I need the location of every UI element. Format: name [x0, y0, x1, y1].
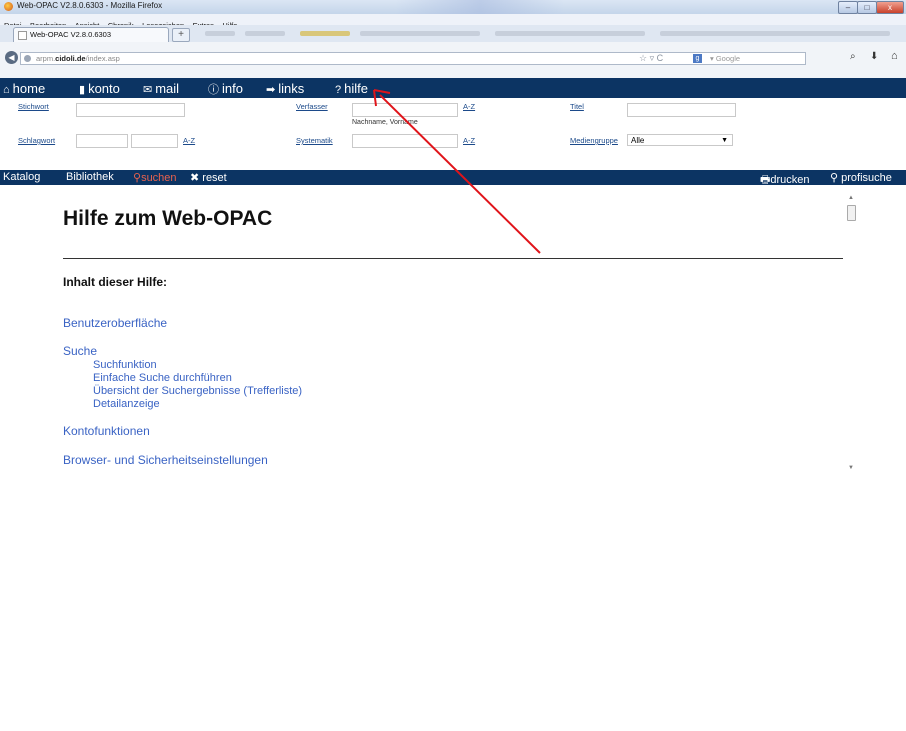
mediengruppe-label[interactable]: Mediengruppe — [570, 136, 618, 145]
toc-link-suche[interactable]: Suche — [63, 344, 97, 358]
catalog-bar: Katalog Bibliothek ⚲suchen ✖ reset 🖶druc… — [0, 170, 906, 186]
new-tab-button[interactable]: + — [172, 28, 190, 42]
toolbar-blur — [495, 31, 645, 36]
reset-button[interactable]: ✖ reset — [190, 171, 227, 184]
schlagwort-input-1[interactable] — [76, 134, 128, 148]
firefox-logo-icon — [4, 2, 13, 11]
stichwort-label[interactable]: Stichwort — [18, 102, 49, 111]
toc-link-browser-einstellungen[interactable]: Browser- und Sicherheitseinstellungen — [63, 453, 268, 467]
verfasser-az-link[interactable]: A-Z — [463, 102, 475, 111]
nav-konto[interactable]: ▮ konto — [79, 81, 120, 96]
toc-link-kontofunktionen[interactable]: Kontofunktionen — [63, 424, 150, 438]
close-button[interactable]: x — [876, 1, 904, 14]
nav-mail[interactable]: ✉ mail — [143, 81, 179, 96]
content-scrollbar[interactable]: ▲ ▼ — [845, 195, 857, 475]
toc-link-benutzeroberflaeche[interactable]: Benutzeroberfläche — [63, 316, 167, 330]
verfasser-label[interactable]: Verfasser — [296, 102, 328, 111]
systematik-label[interactable]: Systematik — [296, 136, 333, 145]
info-icon: ⓘ — [208, 84, 219, 96]
globe-icon — [24, 55, 31, 62]
mediengruppe-select[interactable]: Alle ▼ — [627, 134, 733, 146]
opac-top-nav: ⌂ home ▮ konto ✉ mail ⓘ info ➡ links ? hilfe — [0, 78, 906, 98]
help-icon: ? — [335, 84, 342, 96]
scroll-thumb[interactable] — [847, 205, 856, 221]
arrow-right-icon: ➡ — [266, 84, 276, 96]
mediengruppe-value: Alle — [631, 136, 645, 145]
google-icon: g — [693, 54, 702, 63]
search-form: Stichwort Verfasser A-Z Nachname, Vornam… — [0, 98, 906, 170]
window-title: Web-OPAC V2.8.0.6303 - Mozilla Firefox — [17, 1, 163, 10]
page-title: Hilfe zum Web-OPAC — [63, 207, 273, 230]
search-placeholder: ▾ Google — [710, 54, 741, 63]
titel-label[interactable]: Titel — [570, 102, 584, 111]
katalog-link[interactable]: Katalog — [3, 171, 40, 183]
tab-label: Web-OPAC V2.8.0.6303 — [30, 30, 112, 39]
systematik-input[interactable] — [352, 134, 458, 148]
toolbar-blur — [360, 31, 480, 36]
tab-row: Web-OPAC V2.8.0.6303 + — [0, 25, 906, 42]
maximize-button[interactable]: □ — [857, 1, 877, 14]
nav-hilfe[interactable]: ? hilfe — [335, 81, 368, 96]
toolbar-blur — [245, 31, 285, 36]
help-content: Hilfe zum Web-OPAC Inhalt dieser Hilfe: … — [0, 185, 906, 731]
schlagwort-az-link[interactable]: A-Z — [183, 136, 195, 145]
nav-links[interactable]: ➡ links — [266, 81, 304, 96]
verfasser-input[interactable] — [352, 103, 458, 117]
minimize-button[interactable]: – — [838, 1, 858, 14]
toc-sublink-trefferliste[interactable]: Übersicht der Suchergebnisse (Trefferlis… — [93, 385, 302, 397]
back-button[interactable]: ◀ — [5, 51, 18, 64]
toc-sublink-detailanzeige[interactable]: Detailanzeige — [93, 398, 160, 410]
toolbar-blur — [300, 31, 350, 36]
account-icon: ▮ — [79, 84, 86, 96]
titlebar-ghost — [395, 0, 565, 14]
home-icon[interactable]: ⌂ — [891, 50, 898, 62]
scroll-down-icon[interactable]: ▼ — [848, 465, 854, 471]
toc-sublink-suchfunktion[interactable]: Suchfunktion — [93, 359, 157, 371]
bookmark-star-icon[interactable]: ☆ ▿ C — [639, 53, 663, 64]
url-bar[interactable]: arpm.cidoli.de/index.asp ☆ ▿ C g ▾ Googl… — [20, 52, 806, 65]
home-icon: ⌂ — [3, 84, 10, 96]
menu-bar: Datei Bearbeiten Ansicht Chronik Lesezei… — [0, 14, 906, 30]
profisuche-button[interactable]: ⚲ profisuche — [830, 171, 892, 184]
suchen-button[interactable]: ⚲suchen — [133, 171, 177, 184]
mail-icon: ✉ — [143, 84, 153, 96]
search-icon[interactable]: ⌕ — [850, 51, 856, 62]
stichwort-input[interactable] — [76, 103, 185, 117]
search-icon: ⚲ — [830, 172, 839, 184]
systematik-az-link[interactable]: A-Z — [463, 136, 475, 145]
nav-home[interactable]: ⌂ home — [3, 81, 45, 96]
search-icon: ⚲ — [133, 172, 142, 184]
navigation-bar: ◀ arpm.cidoli.de/index.asp ☆ ▿ C g ▾ Goo… — [0, 42, 906, 78]
chevron-down-icon: ▼ — [721, 137, 728, 144]
divider — [63, 258, 843, 259]
toc-heading: Inhalt dieser Hilfe: — [63, 275, 168, 289]
download-icon[interactable]: ⬇ — [870, 51, 878, 62]
bibliothek-link[interactable]: Bibliothek — [66, 171, 114, 183]
url-text: arpm.cidoli.de/index.asp — [36, 54, 120, 63]
titel-input[interactable] — [627, 103, 736, 117]
schlagwort-input-2[interactable] — [131, 134, 178, 148]
toc-sublink-einfache-suche[interactable]: Einfache Suche durchführen — [93, 372, 232, 384]
nav-info[interactable]: ⓘ info — [208, 81, 243, 97]
toolbar-blur — [205, 31, 235, 36]
scroll-up-icon[interactable]: ▲ — [848, 195, 854, 201]
reset-x-icon: ✖ — [190, 172, 200, 184]
name-hint: Nachname, Vorname — [352, 119, 418, 126]
toolbar-blur — [660, 31, 890, 36]
web-search-box[interactable]: g ▾ Google — [691, 53, 803, 64]
tab-web-opac[interactable]: Web-OPAC V2.8.0.6303 — [13, 27, 169, 42]
window-titlebar: Web-OPAC V2.8.0.6303 - Mozilla Firefox –… — [0, 0, 906, 14]
schlagwort-label[interactable]: Schlagwort — [18, 136, 55, 145]
page-favicon-icon — [18, 31, 27, 40]
